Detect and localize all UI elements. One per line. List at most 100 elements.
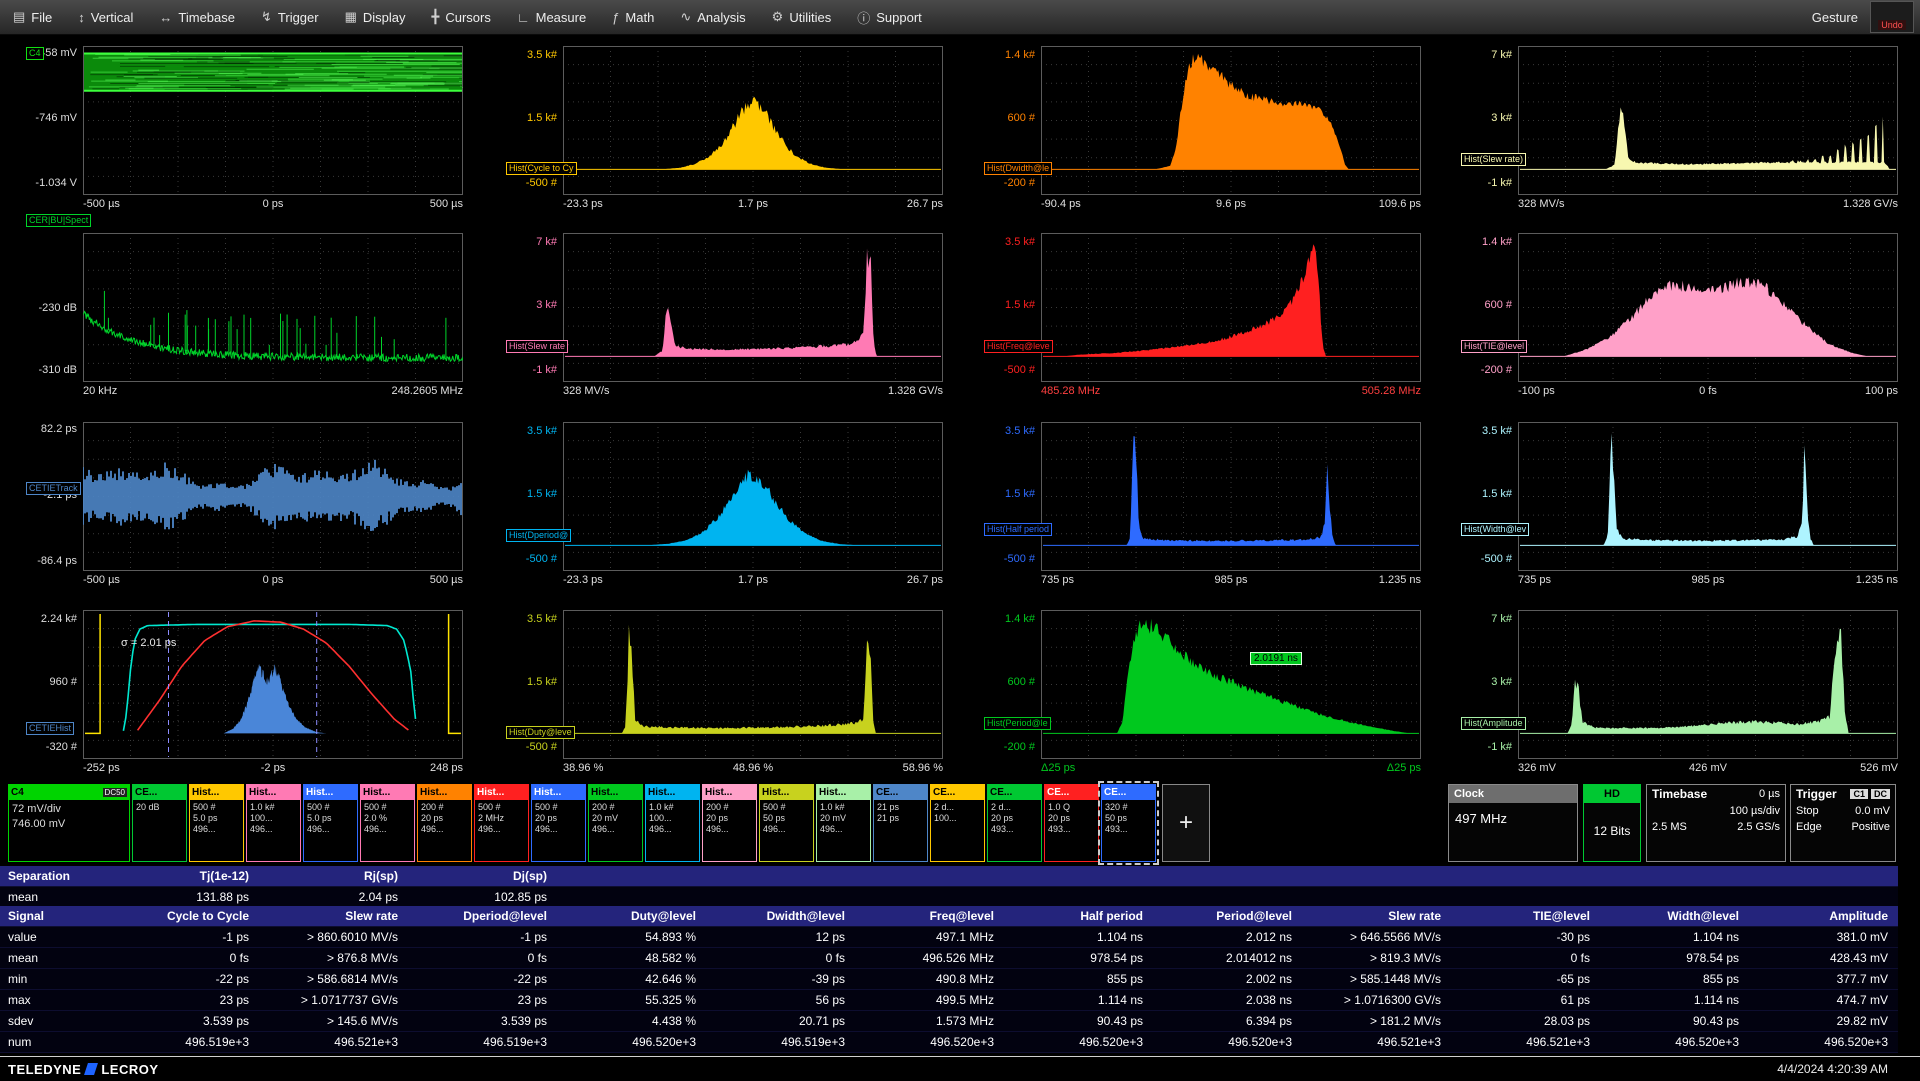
table-cell: 496.521e+3 bbox=[1302, 1035, 1451, 1049]
clock-box[interactable]: Clock 497 MHz bbox=[1448, 784, 1578, 862]
trigger-box[interactable]: Trigger C1 DC Stop 0.0 mV Edge Positive bbox=[1790, 784, 1896, 862]
menu-cursors[interactable]: ╋Cursors bbox=[419, 0, 504, 34]
plot-hist-tie[interactable]: Hist(TIE@level bbox=[1518, 233, 1898, 382]
descriptor-10-hist[interactable]: Hist...1.0 k#100...496... bbox=[645, 784, 700, 862]
descriptor-16-ce[interactable]: CE...2 d...20 ps493... bbox=[987, 784, 1042, 862]
descriptor-11-hist[interactable]: Hist...200 #20 ps496... bbox=[702, 784, 757, 862]
y-tick: -310 dB bbox=[25, 364, 77, 376]
descriptor-12-hist[interactable]: Hist...500 #50 ps496... bbox=[759, 784, 814, 862]
menu-display[interactable]: ▦Display bbox=[332, 0, 419, 34]
descriptor-line: 496... bbox=[820, 824, 867, 835]
table-cell: > 819.3 MV/s bbox=[1302, 951, 1451, 965]
x-axis: 20 kHz248.2605 MHz bbox=[83, 385, 463, 401]
descriptor-18-ce[interactable]: CE...320 #50 ps493... bbox=[1101, 784, 1156, 862]
chart-cer-spectrum: -230 dB-310 dBCER|BU|Spect20 kHz248.2605… bbox=[25, 233, 463, 404]
menu-label: Utilities bbox=[789, 10, 831, 25]
table-cell: 3.539 ps bbox=[408, 1014, 557, 1028]
table-cell: 428.43 mV bbox=[1749, 951, 1898, 965]
plot-hist-amplitude[interactable]: Hist(Amplitude bbox=[1518, 610, 1898, 759]
table-cell: 0 fs bbox=[706, 951, 855, 965]
menu-file[interactable]: ▤File bbox=[0, 0, 65, 34]
menu-math[interactable]: ƒMath bbox=[599, 0, 667, 34]
plot-hist-cycle-to-cycle[interactable]: Hist(Cycle to Cy bbox=[563, 46, 943, 195]
trace-label-hist-half-period[interactable]: Hist(Half period bbox=[984, 523, 1052, 536]
descriptor-0-c4[interactable]: C4DC5072 mV/div746.00 mV bbox=[8, 784, 130, 862]
plot-hist-duty[interactable]: Hist(Duty@leve bbox=[563, 610, 943, 759]
descriptor-7-hist[interactable]: Hist...500 #2 MHz496... bbox=[474, 784, 529, 862]
descriptor-4-hist[interactable]: Hist...500 #5.0 ps496... bbox=[303, 784, 358, 862]
trace-label-hist-slew-rate-b[interactable]: Hist(Slew rate bbox=[506, 340, 568, 353]
descriptor-14-ce[interactable]: CE...21 ps21 ps bbox=[873, 784, 928, 862]
menu-trigger[interactable]: ↯Trigger bbox=[248, 0, 332, 34]
descriptor-17-ce[interactable]: CE...1.0 Q20 ps493... bbox=[1044, 784, 1099, 862]
trace-label-hist-slew-rate-a[interactable]: Hist(Slew rate) bbox=[1461, 153, 1526, 166]
gesture-label[interactable]: Gesture bbox=[1812, 10, 1858, 25]
plot-ce-tie-track[interactable]: CETIETrack bbox=[83, 422, 463, 571]
table-cell: -39 ps bbox=[706, 972, 855, 986]
menu-label: Analysis bbox=[697, 10, 745, 25]
descriptor-2-hist[interactable]: Hist...500 #5.0 ps496... bbox=[189, 784, 244, 862]
descriptor-1-ce[interactable]: CE...20 dB bbox=[132, 784, 187, 862]
menu-utilities[interactable]: ⚙Utilities bbox=[759, 0, 845, 34]
descriptor-15-ce[interactable]: CE...2 d...100... bbox=[930, 784, 985, 862]
descriptor-3-hist[interactable]: Hist...1.0 k#100...496... bbox=[246, 784, 301, 862]
trace-label-ce-tie-hist[interactable]: CETIEHist bbox=[26, 722, 74, 735]
plot-ce-tie-hist[interactable]: CETIEHistσ = 2.01 ps bbox=[83, 610, 463, 759]
menu-timebase[interactable]: ↔Timebase bbox=[146, 0, 248, 34]
trigger-title: Trigger bbox=[1796, 787, 1837, 801]
x-tick: 326 mV bbox=[1518, 762, 1556, 774]
chart-hist-half-period: 3.5 k#1.5 k#-500 #Hist(Half period735 ps… bbox=[983, 422, 1421, 593]
row-label: Signal bbox=[0, 909, 110, 923]
table-cell: 42.646 % bbox=[557, 972, 706, 986]
trace-label-hist-amplitude[interactable]: Hist(Amplitude bbox=[1461, 717, 1526, 730]
plot-hist-freq[interactable]: Hist(Freq@leve bbox=[1041, 233, 1421, 382]
plot-hist-dperiod[interactable]: Hist(Dperiod@ bbox=[563, 422, 943, 571]
menu-analysis[interactable]: ∿Analysis bbox=[667, 0, 758, 34]
trace-label-hist-freq[interactable]: Hist(Freq@leve bbox=[984, 340, 1053, 353]
trace-label-hist-period[interactable]: Hist(Period@le bbox=[984, 717, 1051, 730]
trace-label-hist-tie[interactable]: Hist(TIE@level bbox=[1461, 340, 1527, 353]
descriptor-5-hist[interactable]: Hist...500 #2.0 %496... bbox=[360, 784, 415, 862]
menu-label: Measure bbox=[536, 10, 587, 25]
plot-c4-waveform[interactable]: C4 bbox=[83, 46, 463, 195]
menu-vertical[interactable]: ↕Vertical bbox=[65, 0, 146, 34]
hd-mode-box[interactable]: HD 12 Bits bbox=[1583, 784, 1641, 862]
plot-cer-spectrum[interactable]: CER|BU|Spect bbox=[83, 233, 463, 382]
table-cell: 1.114 ns bbox=[1004, 993, 1153, 1007]
descriptor-8-hist[interactable]: Hist...500 #20 ps496... bbox=[531, 784, 586, 862]
trace-label-hist-width[interactable]: Hist(Width@lev bbox=[1461, 523, 1529, 536]
trace-label-hist-dperiod[interactable]: Hist(Dperiod@ bbox=[506, 529, 571, 542]
descriptor-label: Hist... bbox=[762, 787, 789, 798]
table-cell: 2.002 ns bbox=[1153, 972, 1302, 986]
table-cell: 102.85 ps bbox=[408, 890, 557, 904]
add-trace-button[interactable]: + bbox=[1162, 784, 1210, 862]
plot-hist-width[interactable]: Hist(Width@lev bbox=[1518, 422, 1898, 571]
plot-hist-slew-rate-a[interactable]: Hist(Slew rate) bbox=[1518, 46, 1898, 195]
menu-measure[interactable]: ∟Measure bbox=[504, 0, 599, 34]
trace-label-cer-spectrum[interactable]: CER|BU|Spect bbox=[26, 214, 91, 227]
row-label: max bbox=[0, 993, 110, 1007]
trace-label-ce-tie-track[interactable]: CETIETrack bbox=[26, 482, 81, 495]
descriptor-label: CE... bbox=[933, 787, 955, 798]
descriptor-line: 500 # bbox=[307, 802, 354, 813]
descriptor-9-hist[interactable]: Hist...200 #20 mV496... bbox=[588, 784, 643, 862]
y-tick: 3 k# bbox=[1460, 676, 1512, 688]
descriptor-line: 2.0 % bbox=[364, 813, 411, 824]
table-cell: Dperiod@level bbox=[408, 909, 557, 923]
descriptor-6-hist[interactable]: Hist...200 #20 ps496... bbox=[417, 784, 472, 862]
plot-hist-dwidth[interactable]: Hist(Dwidth@le bbox=[1041, 46, 1421, 195]
descriptor-line: 20 ps bbox=[421, 813, 468, 824]
plot-hist-slew-rate-b[interactable]: Hist(Slew rate bbox=[563, 233, 943, 382]
trace-label-hist-duty[interactable]: Hist(Duty@leve bbox=[506, 726, 575, 739]
descriptor-label: CE... bbox=[876, 787, 898, 798]
trace-label-c4-waveform[interactable]: C4 bbox=[26, 47, 44, 60]
descriptor-13-hist[interactable]: Hist...1.0 k#20 mV496... bbox=[816, 784, 871, 862]
undo-button[interactable]: Undo bbox=[1870, 1, 1914, 33]
trace-label-hist-dwidth[interactable]: Hist(Dwidth@le bbox=[984, 162, 1052, 175]
plot-hist-period[interactable]: Hist(Period@le2.0191 ns bbox=[1041, 610, 1421, 759]
menu-support[interactable]: ⓘSupport bbox=[844, 0, 935, 34]
plot-hist-half-period[interactable]: Hist(Half period bbox=[1041, 422, 1421, 571]
trace-label-hist-cycle-to-cycle[interactable]: Hist(Cycle to Cy bbox=[506, 162, 577, 175]
timebase-box[interactable]: Timebase 0 µs 100 µs/div 2.5 MS 2.5 GS/s bbox=[1646, 784, 1786, 862]
chart-hist-slew-rate-a: 7 k#3 k#-1 k#Hist(Slew rate)328 MV/s1.32… bbox=[1460, 46, 1898, 217]
